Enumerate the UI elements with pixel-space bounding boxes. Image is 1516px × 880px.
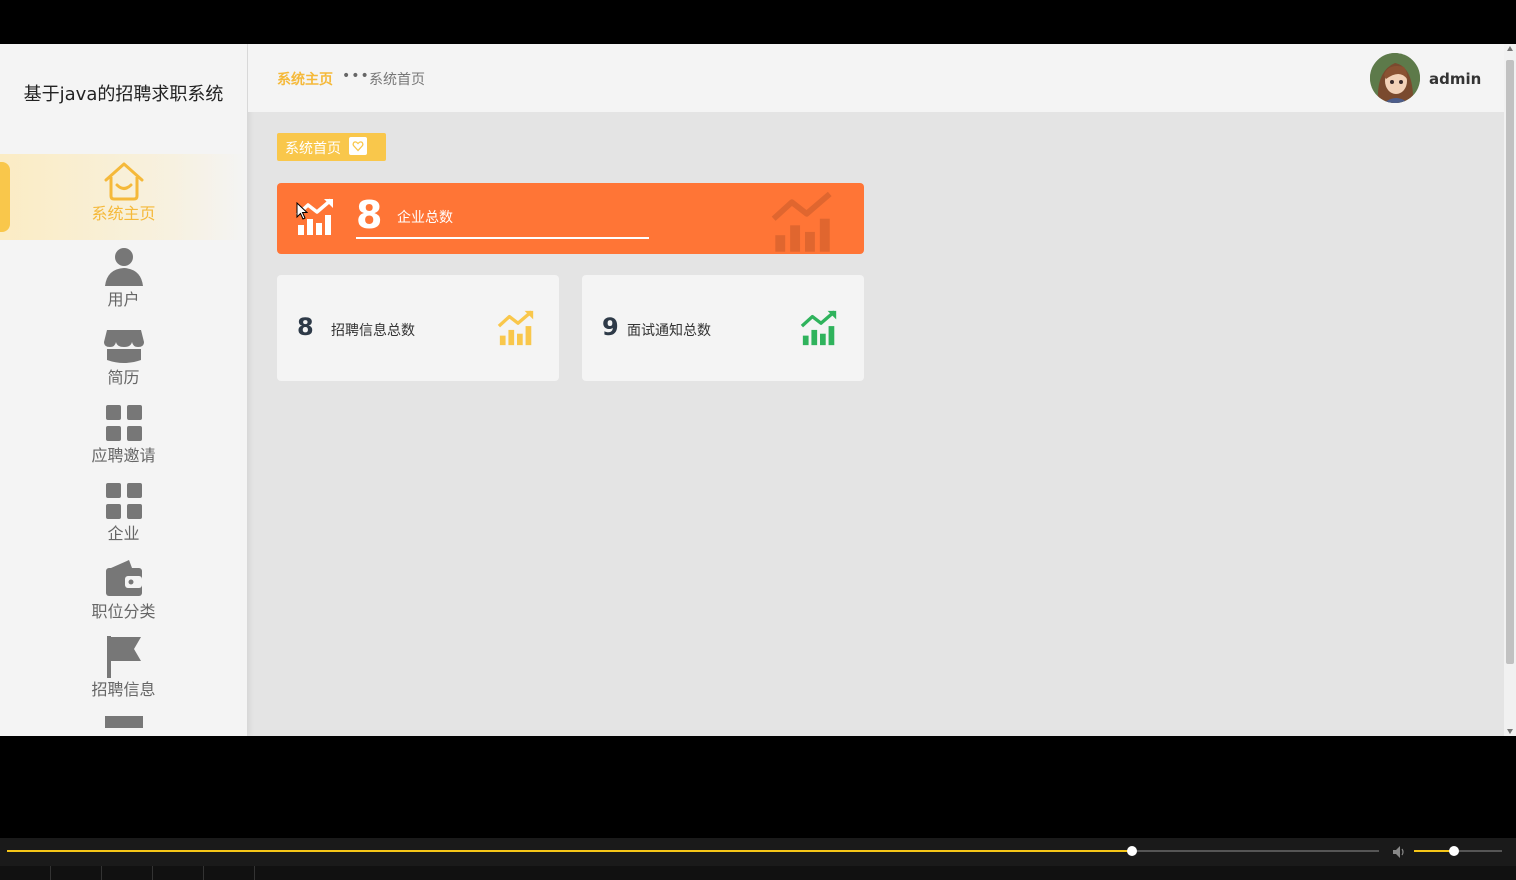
username[interactable]: admin (1429, 70, 1481, 88)
video-progress-fill (7, 850, 1133, 852)
page-tag-label: 系统首页 (285, 141, 341, 157)
grid-icon (101, 478, 147, 524)
player-control-slot[interactable] (204, 866, 255, 880)
chart-up-icon (497, 308, 537, 352)
chart-up-icon (800, 308, 840, 352)
volume-fill (1414, 850, 1454, 852)
sidebar-menu: 系统主页 用户 简历 应聘邀请 企业 职位分类 招聘信息 (0, 154, 247, 736)
sidebar-item-label: 职位分类 (91, 602, 156, 621)
app-window: 基于java的招聘求职系统 系统主页 用户 简历 应聘邀请 企业 职位分类 招聘… (0, 44, 1516, 736)
company-count: 8 (356, 193, 383, 237)
company-count-label: 企业总数 (397, 210, 453, 226)
volume-slider[interactable] (1414, 846, 1502, 856)
interviews-count-label: 面试通知总数 (627, 323, 711, 339)
breadcrumb-current: 系统首页 (369, 72, 425, 88)
interviews-count: 9 (602, 313, 619, 341)
box-icon (101, 712, 147, 736)
scroll-down-arrow-icon[interactable] (1507, 729, 1513, 734)
jobs-count: 8 (297, 313, 314, 341)
breadcrumb-home[interactable]: 系统主页 (277, 69, 333, 89)
sidebar-item-home[interactable]: 系统主页 (0, 154, 247, 240)
sidebar-item-category[interactable]: 职位分类 (0, 552, 247, 630)
sidebar-item-jobs[interactable]: 招聘信息 (0, 630, 247, 708)
grid-icon (101, 400, 147, 446)
flag-icon (101, 634, 147, 680)
stat-card-jobs: 8 招聘信息总数 (277, 275, 559, 381)
sidebar-item-label: 用户 (107, 290, 140, 309)
divider (356, 237, 649, 239)
player-control-slot[interactable] (102, 866, 153, 880)
page-scrollbar[interactable] (1504, 44, 1516, 736)
video-progress-bar[interactable] (7, 846, 1379, 856)
volume-handle[interactable] (1448, 846, 1459, 856)
jobs-count-label: 招聘信息总数 (331, 323, 415, 339)
topbar: 系统主页 ••• 系统首页 admin (248, 44, 1504, 112)
scroll-up-arrow-icon[interactable] (1507, 46, 1513, 51)
sidebar-item-resume[interactable]: 简历 (0, 318, 247, 396)
sidebar-item-company[interactable]: 企业 (0, 474, 247, 552)
stat-card-company: 8 企业总数 (277, 183, 864, 254)
player-controls-strip (0, 866, 1516, 880)
mouse-cursor-icon (296, 201, 309, 224)
video-progress-handle[interactable] (1127, 846, 1138, 856)
home-icon (101, 158, 147, 204)
sidebar-item-label: 应聘邀请 (91, 446, 156, 465)
active-indicator (0, 162, 10, 232)
player-control-slot[interactable] (153, 866, 204, 880)
avatar[interactable] (1370, 53, 1420, 103)
player-control-slot[interactable] (0, 866, 51, 880)
sidebar-item-label: 企业 (107, 524, 140, 543)
page-tag[interactable]: 系统首页 (277, 133, 386, 161)
sidebar: 基于java的招聘求职系统 系统主页 用户 简历 应聘邀请 企业 职位分类 招聘… (0, 44, 247, 736)
wallet-icon (101, 556, 147, 602)
player-control-slot[interactable] (51, 866, 102, 880)
volume-icon[interactable] (1392, 844, 1408, 863)
chart-watermark-icon (769, 189, 841, 254)
sidebar-item-label: 招聘信息 (91, 680, 156, 699)
sidebar-item-invite[interactable]: 应聘邀请 (0, 396, 247, 474)
scroll-thumb[interactable] (1506, 60, 1514, 664)
store-icon (101, 322, 147, 368)
app-title: 基于java的招聘求职系统 (23, 84, 224, 105)
stat-card-interviews: 9 面试通知总数 (582, 275, 864, 381)
sidebar-item-user[interactable]: 用户 (0, 240, 247, 318)
video-player-bar (0, 838, 1516, 880)
sidebar-item-partial[interactable] (0, 708, 247, 736)
heart-icon (349, 137, 367, 155)
breadcrumb-separator-icon: ••• (342, 68, 370, 84)
user-icon (101, 244, 147, 290)
sidebar-item-label: 系统主页 (91, 204, 156, 223)
sidebar-item-label: 简历 (107, 368, 140, 387)
